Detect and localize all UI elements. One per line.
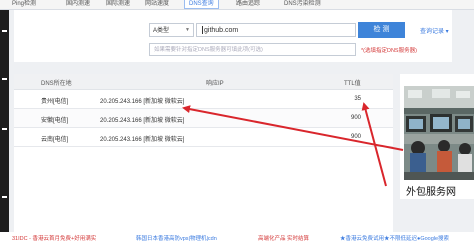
- side-ad[interactable]: 外包服务网: [400, 74, 474, 199]
- bottom-ad-link[interactable]: 韩国日本香港高防vps|物理机|cdn: [136, 234, 217, 242]
- tab-route-trace[interactable]: 路由追踪: [236, 0, 260, 8]
- dns-server-input[interactable]: 如果需要针对指定DNS服务器可填此项(可选): [149, 43, 356, 56]
- record-type-value: A类型: [153, 28, 170, 34]
- dns-query-page: Ping检测 国内测速 国际测速 网站速度 DNS查询 路由追踪 DNS污染检测…: [0, 0, 474, 244]
- row-ip: 20.205.243.166 [新加坡 微软云]: [100, 118, 185, 124]
- row-ip: 20.205.243.166 [新加坡 微软云]: [100, 99, 185, 105]
- ad-caption: 外包服务网: [406, 187, 456, 198]
- header-ttl: TTL值: [344, 81, 361, 87]
- record-type-select[interactable]: A类型 ▼: [149, 23, 194, 37]
- row-ttl: 900: [350, 115, 361, 121]
- domain-value: github.com: [204, 27, 239, 34]
- office-photo-graphic: [404, 86, 474, 180]
- results-table: DNS所在地 响应IP TTL值 贵州[电信] 20.205.243.166 […: [14, 74, 393, 232]
- detect-button[interactable]: 检 测: [358, 22, 405, 38]
- left-edge-bar: [0, 0, 9, 244]
- bottom-ad-link[interactable]: 高端化产品 实时结算: [258, 234, 309, 242]
- table-row: 贵州[电信] 20.205.243.166 [新加坡 微软云] 35: [14, 90, 393, 109]
- bottom-ad-link[interactable]: ★香港云免费试用★不限低延迟●Google搜索: [340, 234, 449, 242]
- header-dns-location: DNS所在地: [41, 81, 72, 87]
- tab-site-speed[interactable]: 网站速度: [145, 0, 169, 8]
- tab-dns-pollution[interactable]: DNS污染检测: [284, 0, 321, 8]
- table-header: DNS所在地 响应IP TTL值: [14, 74, 393, 90]
- tab-ping[interactable]: Ping检测: [12, 0, 36, 8]
- tab-intl-speed[interactable]: 国际测速: [106, 0, 130, 8]
- row-ttl: 900: [350, 134, 361, 140]
- row-location: 云南[电信]: [41, 137, 69, 143]
- query-history-link[interactable]: 查询记录 ▾: [420, 26, 449, 35]
- bottom-ad-row: 31IDC - 香港云首月免费+好用满实 韩国日本香港高防vps|物理机|cdn…: [0, 232, 474, 244]
- edge-stripe: [2, 128, 7, 130]
- tool-nav: Ping检测 国内测速 国际测速 网站速度 DNS查询 路由追踪 DNS污染检测: [0, 0, 474, 10]
- chevron-down-icon: ▼: [185, 27, 190, 33]
- row-location: 贵州[电信]: [41, 99, 69, 105]
- text-caret: [202, 26, 203, 35]
- edge-stripe: [2, 30, 7, 32]
- edge-stripe: [2, 196, 7, 198]
- domain-input[interactable]: github.com: [196, 23, 356, 37]
- table-row: 云南[电信] 20.205.243.166 [新加坡 微软云] 900: [14, 128, 393, 147]
- bottom-ad-link[interactable]: 31IDC - 香港云首月免费+好用满实: [12, 234, 96, 242]
- office-photo: [404, 86, 474, 180]
- optional-dns-note: *(选填指定DNS服务器): [361, 48, 417, 54]
- edge-stripe: [2, 78, 7, 80]
- table-empty-area: [14, 147, 393, 232]
- row-ttl: 35: [354, 96, 361, 102]
- tab-domestic-speed[interactable]: 国内测速: [66, 0, 90, 8]
- row-ip: 20.205.243.166 [新加坡 微软云]: [100, 137, 185, 143]
- table-row: 安徽[电信] 20.205.243.166 [新加坡 微软云] 900: [14, 109, 393, 128]
- row-location: 安徽[电信]: [41, 118, 69, 124]
- tab-dns-query[interactable]: DNS查询: [184, 0, 219, 9]
- header-response-ip: 响应IP: [206, 81, 224, 87]
